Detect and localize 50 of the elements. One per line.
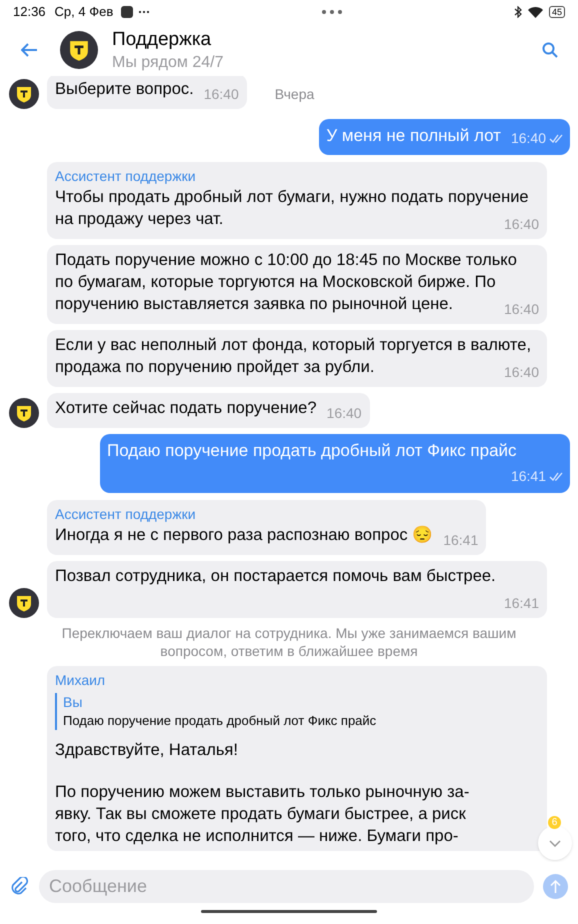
back-button[interactable] xyxy=(21,43,38,57)
incoming-message: Подать поручение можно с 10:00 до 18:45 по Москве только по бумагам, которые торгуются на Московской бирже. По поручению выставляется заявка по рыночной цене. 16:40 xyxy=(47,245,547,324)
app-notification-icon xyxy=(121,6,134,18)
sender-name: Ассистент поддержки xyxy=(55,167,197,186)
message-input[interactable]: Сообщение xyxy=(39,870,534,902)
message-time: 16:41 xyxy=(504,594,539,613)
message-line: По поручению можем выставить только рыночную за- xyxy=(55,782,470,803)
message-line: того, что сделка не исполнится — ниже. Бумаги про- xyxy=(55,826,460,847)
battery-indicator: 45 xyxy=(548,6,565,18)
back-arrow-icon xyxy=(21,43,38,57)
search-icon xyxy=(542,42,558,58)
chevron-down-icon xyxy=(549,840,561,846)
message-time: 16:40 xyxy=(504,363,539,382)
attach-button[interactable] xyxy=(10,877,30,895)
bluetooth-icon xyxy=(514,6,522,18)
incoming-message: Хотите сейчас подать поручение? 16:40 xyxy=(47,393,370,428)
search-button[interactable] xyxy=(542,42,558,58)
outgoing-message: Подаю поручение продать дробный лот Фикс прайс 16:41 xyxy=(100,434,570,493)
quote-author: Вы xyxy=(63,693,84,712)
message-time: 16:41 xyxy=(443,531,478,550)
chat-subtitle: Мы рядом 24/7 xyxy=(112,52,224,72)
chat-avatar-icon xyxy=(60,31,98,69)
message-time: 16:40 xyxy=(326,404,362,423)
status-date: Ср, 4 Фев xyxy=(54,3,114,22)
incoming-message: Позвал сотрудника, он постарается помочь вам быстрее. 16:41 xyxy=(47,561,547,618)
date-label: Вчера xyxy=(274,85,314,104)
status-time: 12:36 xyxy=(13,3,46,22)
dots-icon xyxy=(322,10,342,14)
message-time: 16:41 xyxy=(510,467,546,486)
unread-badge: 6 xyxy=(548,816,561,829)
incoming-message: Ассистент поддержки Чтобы продать дробный лот бумаги, нужно подать поручение на продажу через чат. 16:40 xyxy=(47,162,547,239)
sender-name: Михаил xyxy=(55,671,106,690)
message-time: 16:40 xyxy=(504,300,539,319)
chat-title: Поддержка xyxy=(112,28,212,52)
paperclip-icon xyxy=(10,877,28,895)
quote-text: Подаю поручение продать дробный лот Фикс прайс xyxy=(63,712,378,730)
incoming-message: Выберите вопрос. 16:40 xyxy=(47,76,247,109)
message-time: 16:40 xyxy=(510,129,546,148)
wifi-icon xyxy=(528,6,543,18)
message-line: явку. Так вы сможете продать бумаги быстрее, а риск xyxy=(55,804,467,825)
sender-name: Ассистент поддержки xyxy=(55,505,197,524)
message-time: 16:40 xyxy=(204,85,239,104)
incoming-message: Ассистент поддержки Иногда я не с первого раза распознаю вопрос 😔 16:41 xyxy=(47,500,486,555)
system-notice: Переключаем ваш диалог на сотрудника. Мы уже занимаемся вашим вопросом, ответим в ближайшее время xyxy=(60,624,518,660)
more-notifications-icon xyxy=(139,10,150,14)
arrow-up-icon xyxy=(550,880,561,892)
message-time: 16:40 xyxy=(504,215,539,234)
incoming-message: Если у вас неполный лот фонда, который торгуется в валюте, продажа по поручению пройдет за рубли. 16:40 xyxy=(47,330,547,387)
message-line: Здравствуйте, Наталья! xyxy=(55,740,239,761)
outgoing-message: У меня не полный лот 16:40 xyxy=(319,119,570,155)
